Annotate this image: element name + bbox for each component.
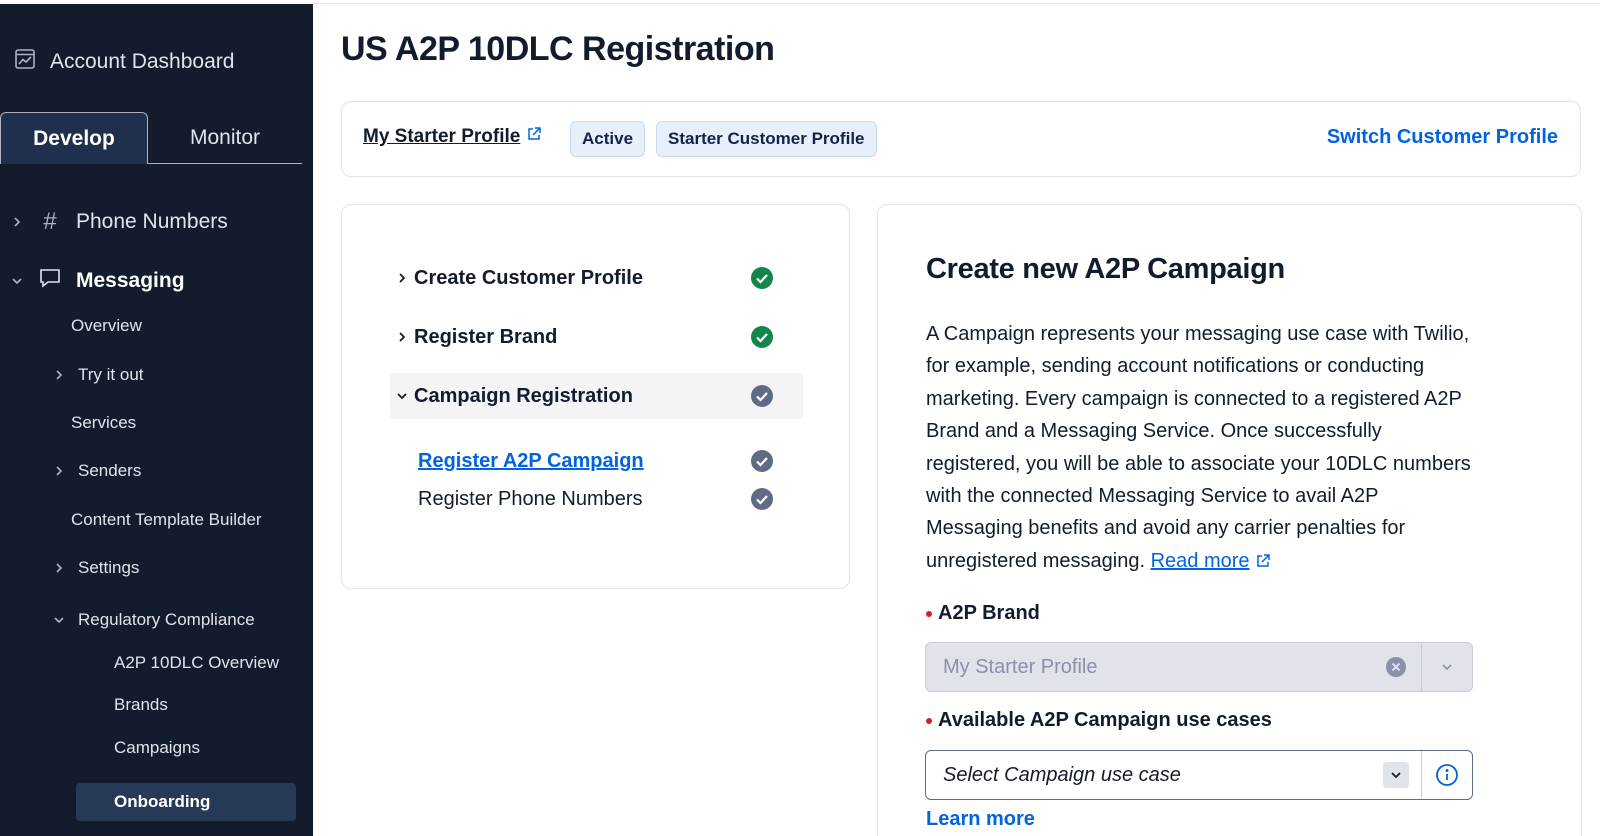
description-text: A Campaign represents your messaging use… xyxy=(926,323,1471,572)
check-circle-pending-icon xyxy=(751,385,773,407)
substep-register-phone-numbers: Register Phone Numbers xyxy=(418,483,803,515)
chevron-right-icon xyxy=(10,215,24,229)
field-label-text: Available A2P Campaign use cases xyxy=(938,709,1272,731)
profile-name: My Starter Profile xyxy=(363,126,521,147)
form-description: A Campaign represents your messaging use… xyxy=(926,318,1471,577)
customer-profile-card: My Starter Profile Active Starter Custom… xyxy=(341,101,1581,177)
a2p-brand-value: My Starter Profile xyxy=(943,655,1098,678)
substep-label: Register Phone Numbers xyxy=(418,487,643,510)
sidebar: Account Dashboard Develop Monitor # Phon… xyxy=(0,4,313,836)
sidebar-item-label: Phone Numbers xyxy=(76,210,228,233)
sidebar-item-label: A2P 10DLC Overview xyxy=(114,653,280,672)
sidebar-item-label: Services xyxy=(71,413,137,432)
tab-monitor[interactable]: Monitor xyxy=(148,112,302,164)
sidebar-item-settings[interactable]: Settings xyxy=(52,558,139,578)
use-case-placeholder: Select Campaign use case xyxy=(943,763,1181,786)
account-dashboard-link[interactable]: Account Dashboard xyxy=(14,48,234,76)
info-icon[interactable] xyxy=(1422,763,1472,787)
chevron-right-icon xyxy=(390,331,414,343)
clear-icon[interactable] xyxy=(1385,656,1407,678)
read-more-label: Read more xyxy=(1150,549,1250,572)
step-campaign-registration[interactable]: Campaign Registration xyxy=(390,373,803,419)
sidebar-item-campaigns[interactable]: Campaigns xyxy=(114,738,200,758)
step-create-customer-profile[interactable]: Create Customer Profile xyxy=(390,255,803,301)
sidebar-item-label: Brands xyxy=(114,695,168,714)
chevron-down-icon xyxy=(52,613,66,627)
chevron-down-icon xyxy=(10,274,24,288)
chevron-right-icon xyxy=(52,464,66,478)
switch-customer-profile-link[interactable]: Switch Customer Profile xyxy=(1327,126,1558,149)
step-label: Campaign Registration xyxy=(414,384,633,407)
substep-link[interactable]: Register A2P Campaign xyxy=(418,450,644,473)
registration-steps-card: Create Customer Profile Register Brand C… xyxy=(341,204,850,589)
check-circle-success-icon xyxy=(751,267,773,289)
step-label: Create Customer Profile xyxy=(414,266,643,289)
field-label-text: A2P Brand xyxy=(938,602,1040,624)
sidebar-item-senders[interactable]: Senders xyxy=(52,461,141,481)
account-dashboard-label: Account Dashboard xyxy=(50,50,235,73)
sidebar-item-services[interactable]: Services xyxy=(71,413,136,433)
top-divider xyxy=(313,0,1600,4)
required-indicator xyxy=(926,610,932,617)
check-circle-pending-icon xyxy=(751,488,773,510)
use-case-label: Available A2P Campaign use cases xyxy=(926,709,1272,732)
sidebar-item-label: Try it out xyxy=(78,365,144,384)
chevron-down-icon[interactable] xyxy=(1422,662,1472,672)
chevron-right-icon xyxy=(390,272,414,284)
sidebar-item-overview[interactable]: Overview xyxy=(71,316,142,336)
form-title: Create new A2P Campaign xyxy=(926,253,1285,285)
a2p-brand-label: A2P Brand xyxy=(926,602,1040,625)
sidebar-item-messaging[interactable]: Messaging xyxy=(10,267,185,295)
profile-link[interactable]: My Starter Profile xyxy=(363,126,542,148)
sidebar-item-onboarding[interactable]: Onboarding xyxy=(76,783,296,821)
required-indicator xyxy=(926,717,932,724)
learn-more-link[interactable]: Learn more xyxy=(926,808,1035,831)
chevron-down-icon xyxy=(390,391,414,401)
campaign-use-case-select[interactable]: Select Campaign use case xyxy=(925,750,1473,800)
profile-type-badge: Starter Customer Profile xyxy=(656,121,877,157)
tab-develop[interactable]: Develop xyxy=(0,112,148,164)
check-circle-pending-icon xyxy=(751,450,773,472)
dashboard-icon xyxy=(14,48,36,76)
sidebar-item-label: Messaging xyxy=(76,269,185,292)
hash-icon: # xyxy=(43,208,57,235)
check-circle-success-icon xyxy=(751,326,773,348)
sidebar-tabs: Develop Monitor xyxy=(0,112,303,164)
sidebar-item-label: Overview xyxy=(71,316,142,335)
status-badge: Active xyxy=(570,121,646,157)
external-link-icon xyxy=(1255,550,1271,572)
a2p-brand-select[interactable]: My Starter Profile xyxy=(925,642,1473,692)
create-campaign-card: Create new A2P Campaign A Campaign repre… xyxy=(877,204,1582,836)
sidebar-item-label: Content Template Builder xyxy=(71,510,262,529)
step-register-brand[interactable]: Register Brand xyxy=(390,314,803,360)
sidebar-item-try-it-out[interactable]: Try it out xyxy=(52,365,144,385)
chevron-down-icon[interactable] xyxy=(1383,762,1409,788)
substep-register-a2p-campaign[interactable]: Register A2P Campaign xyxy=(418,445,803,477)
chevron-right-icon xyxy=(52,561,66,575)
external-link-icon xyxy=(526,126,542,148)
read-more-link[interactable]: Read more xyxy=(1151,550,1250,572)
sidebar-item-regulatory-compliance[interactable]: Regulatory Compliance xyxy=(52,610,255,630)
chat-bubble-icon xyxy=(38,267,62,295)
sidebar-item-a2p-overview[interactable]: A2P 10DLC Overview xyxy=(114,653,279,673)
sidebar-item-label: Onboarding xyxy=(114,792,211,811)
chevron-right-icon xyxy=(52,368,66,382)
sidebar-item-brands[interactable]: Brands xyxy=(114,695,168,715)
sidebar-item-content-template-builder[interactable]: Content Template Builder xyxy=(71,510,262,530)
sidebar-item-label: Senders xyxy=(78,461,142,480)
sidebar-item-label: Settings xyxy=(78,558,140,577)
sidebar-item-label: Campaigns xyxy=(114,738,200,757)
page-title: US A2P 10DLC Registration xyxy=(341,30,775,68)
sidebar-item-label: Regulatory Compliance xyxy=(78,610,255,629)
step-label: Register Brand xyxy=(414,325,558,348)
sidebar-item-phone-numbers[interactable]: # Phone Numbers xyxy=(10,208,228,236)
